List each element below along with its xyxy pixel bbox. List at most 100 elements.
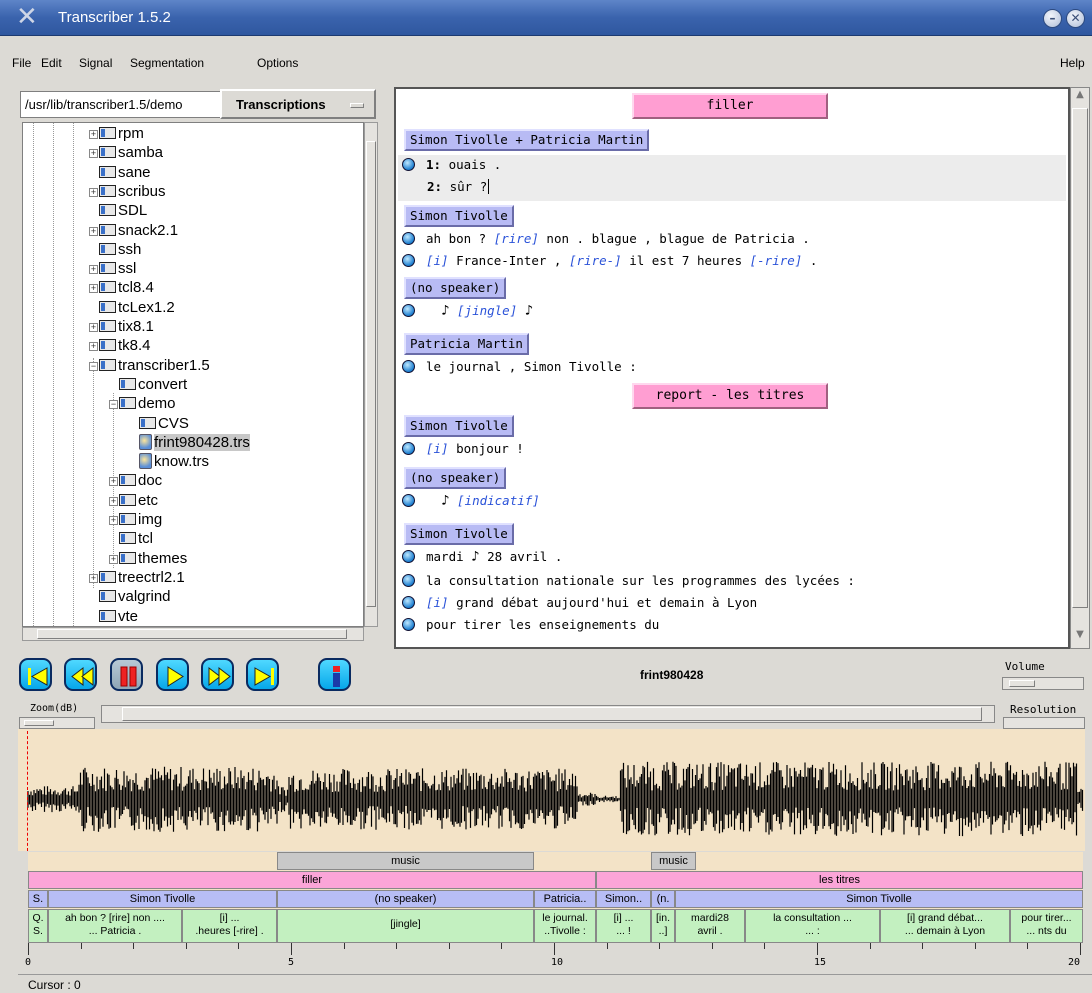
tree-item[interactable]: SDL: [99, 202, 147, 221]
speaker-button[interactable]: Simon Tivolle: [404, 415, 514, 437]
segment-tier-cell[interactable]: Q. S.: [28, 909, 48, 943]
expand-icon[interactable]: +: [89, 323, 98, 332]
expand-icon[interactable]: +: [89, 130, 98, 139]
path-field[interactable]: /usr/lib/transcriber1.5/demo: [20, 91, 220, 118]
tree-item[interactable]: know.trs: [139, 453, 209, 472]
segment-line[interactable]: ♪ [indicatif]: [402, 491, 540, 511]
segment-tier-cell[interactable]: [i] ...... !: [596, 909, 651, 943]
tree-item[interactable]: + img: [109, 511, 162, 530]
segment-bullet-icon[interactable]: [402, 254, 415, 267]
expand-icon[interactable]: +: [89, 226, 98, 236]
zoom-slider[interactable]: [19, 717, 95, 729]
scroll-thumb[interactable]: [366, 141, 376, 607]
section-tier-segment[interactable]: les titres: [596, 871, 1083, 889]
tree-vertical-scrollbar[interactable]: [364, 122, 378, 627]
expand-icon[interactable]: +: [89, 149, 98, 159]
music-tier-segment[interactable]: music: [651, 852, 696, 870]
tree-item[interactable]: + ssl: [89, 260, 136, 279]
speaker-tier-segment[interactable]: Simon..: [596, 890, 651, 908]
segment-line[interactable]: 1: ouais .: [402, 155, 501, 175]
tree-item[interactable]: frint980428.trs: [139, 433, 250, 453]
expand-icon[interactable]: +: [89, 573, 98, 583]
scroll-up-icon[interactable]: ▲: [1072, 89, 1088, 107]
tree-item[interactable]: + tix8.1: [89, 318, 154, 337]
segment-bullet-icon[interactable]: [402, 494, 415, 507]
segment-tier-cell[interactable]: ah bon ? [rire] non ....... Patricia .: [48, 909, 182, 943]
section-button-report[interactable]: report - les titres: [632, 383, 828, 409]
scroll-thumb[interactable]: [37, 629, 347, 639]
collapse-icon[interactable]: −: [89, 361, 98, 371]
section-tier-segment[interactable]: filler: [28, 871, 596, 889]
menu-help[interactable]: Help: [1060, 56, 1085, 70]
menu-edit[interactable]: Edit: [41, 56, 62, 70]
expand-icon[interactable]: +: [109, 554, 118, 564]
segment-tier-cell[interactable]: pour tirer...... nts du: [1010, 909, 1083, 943]
speaker-button[interactable]: Patricia Martin: [404, 333, 529, 355]
segment-bullet-icon[interactable]: [402, 360, 415, 373]
slider-knob[interactable]: [24, 720, 54, 726]
music-tier-segment[interactable]: music: [277, 852, 534, 870]
tree-item[interactable]: convert: [119, 376, 187, 395]
segment-tier-cell[interactable]: [i] grand débat...... demain à Lyon: [880, 909, 1010, 943]
menu-file[interactable]: File: [12, 56, 31, 70]
speaker-button[interactable]: Simon Tivolle: [404, 205, 514, 227]
speaker-tier-segment[interactable]: Simon Tivolle: [675, 890, 1083, 908]
scroll-thumb[interactable]: [122, 707, 982, 721]
tree-item[interactable]: − demo: [109, 395, 176, 414]
transcription-editor[interactable]: filler Simon Tivolle + Patricia Martin 1…: [394, 87, 1070, 649]
segment-line[interactable]: [i] France-Inter , [rire-] il est 7 heur…: [402, 251, 817, 271]
segment-line[interactable]: ♪ [jingle] ♪: [402, 301, 533, 321]
info-button[interactable]: [318, 658, 351, 691]
tree-item[interactable]: tcl: [119, 530, 153, 549]
tree-item[interactable]: CVS: [139, 415, 189, 434]
collapse-icon[interactable]: −: [109, 400, 118, 410]
segment-bullet-icon[interactable]: [402, 158, 415, 171]
rewind-button[interactable]: [64, 658, 97, 691]
pause-button[interactable]: [110, 658, 143, 691]
file-tree[interactable]: + rpm + samba sane + scribus SDL + snack2.1 ssh + ss…: [22, 122, 364, 627]
segment-line[interactable]: ah bon ? [rire] non . blague , blague de…: [402, 229, 810, 249]
scroll-thumb[interactable]: [1072, 108, 1088, 608]
speaker-tier-segment[interactable]: (no speaker): [277, 890, 534, 908]
playback-cursor[interactable]: [27, 731, 28, 851]
tree-item[interactable]: + snack2.1: [89, 222, 178, 241]
segment-tier-cell[interactable]: la consultation ...... :: [745, 909, 880, 943]
resolution-slider[interactable]: [1003, 717, 1085, 729]
fast-forward-button[interactable]: [201, 658, 234, 691]
transcriptions-filter-button[interactable]: Transcriptions: [220, 89, 376, 119]
segment-bullet-icon[interactable]: [402, 596, 415, 609]
segment-line[interactable]: le journal , Simon Tivolle :: [402, 357, 637, 377]
scroll-down-icon[interactable]: ▼: [1072, 629, 1088, 647]
speaker-tier-segment[interactable]: S.: [28, 890, 48, 908]
speaker-tier-segment[interactable]: (n.: [651, 890, 675, 908]
tree-item[interactable]: + themes: [109, 550, 187, 569]
expand-icon[interactable]: +: [89, 265, 98, 275]
tree-item[interactable]: + etc: [109, 492, 158, 511]
expand-icon[interactable]: +: [89, 284, 98, 294]
segment-tier-cell[interactable]: [i] ... .heures [-rire] .: [182, 909, 277, 943]
menu-segmentation[interactable]: Segmentation: [130, 56, 204, 70]
skip-end-button[interactable]: [246, 658, 279, 691]
segment-tier-cell[interactable]: mardi28 avril .: [675, 909, 745, 943]
segment-line[interactable]: mardi ♪ 28 avril .: [402, 547, 562, 567]
tree-item[interactable]: + doc: [109, 472, 162, 491]
speaker-button[interactable]: Simon Tivolle: [404, 523, 514, 545]
tree-item[interactable]: + treectrl2.1: [89, 569, 185, 588]
tree-item[interactable]: + tk8.4: [89, 337, 151, 356]
editor-scrollbar[interactable]: ▲ ▼: [1070, 87, 1090, 649]
close-icon[interactable]: ✕: [1066, 9, 1085, 28]
tree-item[interactable]: tcLex1.2: [99, 299, 175, 318]
expand-icon[interactable]: +: [109, 516, 118, 525]
expand-icon[interactable]: +: [109, 496, 118, 506]
tree-item[interactable]: − transcriber1.5: [89, 357, 210, 376]
speaker-button[interactable]: Simon Tivolle + Patricia Martin: [404, 129, 650, 151]
segment-bullet-icon[interactable]: [402, 550, 415, 563]
segment-tier-cell[interactable]: [jingle]: [277, 909, 534, 943]
tree-item[interactable]: ssh: [99, 241, 141, 260]
segment-line[interactable]: [i] bonjour !: [402, 439, 524, 459]
minimize-icon[interactable]: –: [1043, 9, 1062, 28]
tree-item[interactable]: + tcl8.4: [89, 279, 154, 298]
tree-item[interactable]: + rpm: [89, 125, 144, 144]
segment-bullet-icon[interactable]: [402, 232, 415, 245]
menu-options[interactable]: Options: [257, 56, 298, 70]
